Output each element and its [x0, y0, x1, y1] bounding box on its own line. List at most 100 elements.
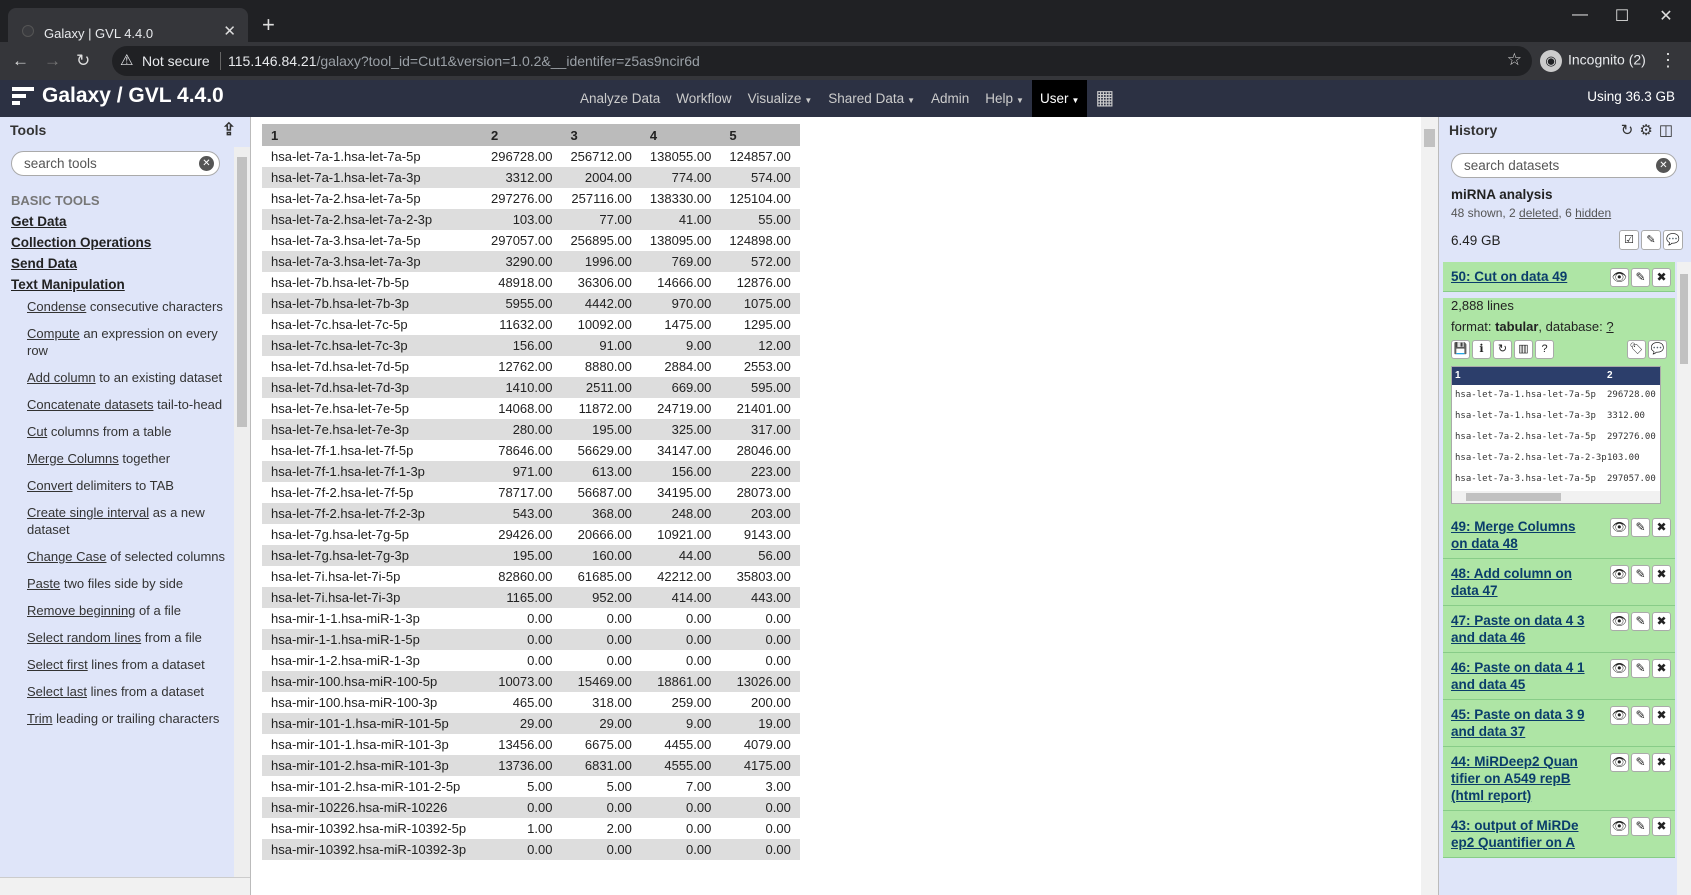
- scratchbook-grid-icon[interactable]: ▦: [1087, 80, 1122, 117]
- dataset-title[interactable]: 44: MiRDeep2 Quan tifier on A549 repB (h…: [1451, 753, 1595, 804]
- refresh-icon[interactable]: ↻: [1621, 122, 1640, 139]
- clear-search-icon[interactable]: ✕: [1656, 158, 1671, 173]
- columns-icon[interactable]: ◫: [1659, 122, 1679, 139]
- category-send-data[interactable]: Send Data: [11, 256, 231, 271]
- brand[interactable]: Galaxy / GVL 4.4.0: [12, 84, 224, 108]
- visualize-icon[interactable]: ▥: [1514, 340, 1533, 359]
- nav-workflow[interactable]: Workflow: [668, 80, 739, 117]
- history-search-input[interactable]: search datasets ✕: [1451, 153, 1677, 178]
- security-label[interactable]: Not secure: [142, 53, 210, 69]
- delete-icon[interactable]: ✖: [1652, 753, 1671, 772]
- dataset-title[interactable]: 43: output of MiRDe ep2 Quantifier on A: [1451, 817, 1595, 851]
- minimize-icon[interactable]: —: [1560, 6, 1600, 24]
- column-header[interactable]: 1: [262, 124, 482, 146]
- clear-search-icon[interactable]: ✕: [199, 156, 214, 171]
- delete-icon[interactable]: ✖: [1652, 565, 1671, 584]
- bookmark-star-icon[interactable]: ☆: [1507, 50, 1522, 70]
- scroll-thumb[interactable]: [1466, 493, 1561, 501]
- dataset-item[interactable]: 45: Paste on data 3 9 and data 37 👁 ✎ ✖: [1443, 700, 1675, 747]
- tool-link[interactable]: Create single interval: [27, 505, 149, 520]
- back-icon[interactable]: ←: [12, 51, 29, 71]
- maximize-icon[interactable]: ☐: [1602, 6, 1642, 26]
- history-scrollbar[interactable]: [1677, 262, 1691, 895]
- tool-item[interactable]: Merge Columns together: [27, 450, 231, 467]
- scroll-thumb[interactable]: [1680, 274, 1688, 364]
- dataset-item[interactable]: 47: Paste on data 4 3 and data 46 👁 ✎ ✖: [1443, 606, 1675, 653]
- tool-link[interactable]: Select last: [27, 684, 87, 699]
- pencil-icon[interactable]: ✎: [1631, 817, 1650, 836]
- tool-item[interactable]: Cut columns from a table: [27, 423, 231, 440]
- rerun-icon[interactable]: ↻: [1493, 340, 1512, 359]
- dataset-item[interactable]: 46: Paste on data 4 1 and data 45 👁 ✎ ✖: [1443, 653, 1675, 700]
- tags-icon[interactable]: ✎: [1641, 230, 1661, 250]
- pencil-icon[interactable]: ✎: [1631, 659, 1650, 678]
- address-bar[interactable]: ⚠ Not secure 115.146.84.21/galaxy?tool_i…: [112, 46, 1532, 76]
- dataset-item-expanded[interactable]: 50: Cut on data 49 👁 ✎ ✖: [1443, 262, 1675, 292]
- url-text[interactable]: 115.146.84.21/galaxy?tool_id=Cut1&versio…: [228, 53, 700, 69]
- tool-item[interactable]: Change Case of selected columns: [27, 548, 231, 565]
- tool-link[interactable]: Paste: [27, 576, 60, 591]
- tool-link[interactable]: Compute: [27, 326, 80, 341]
- peek-scrollbar[interactable]: [1452, 491, 1660, 503]
- tool-item[interactable]: Trim leading or trailing characters: [27, 710, 231, 727]
- eye-icon[interactable]: 👁: [1610, 659, 1629, 678]
- tool-link[interactable]: Cut: [27, 424, 47, 439]
- gear-icon[interactable]: ⚙: [1639, 122, 1658, 139]
- incognito-profile[interactable]: ◉ Incognito (2): [1540, 50, 1646, 72]
- dataset-title[interactable]: 45: Paste on data 3 9 and data 37: [1451, 706, 1595, 740]
- history-name[interactable]: miRNA analysis: [1451, 187, 1553, 202]
- upload-icon[interactable]: ⇪: [222, 120, 236, 140]
- dataset-item[interactable]: 44: MiRDeep2 Quan tifier on A549 repB (h…: [1443, 747, 1675, 811]
- pencil-icon[interactable]: ✎: [1631, 753, 1650, 772]
- column-header[interactable]: 4: [640, 124, 721, 146]
- eye-icon[interactable]: 👁: [1610, 518, 1629, 537]
- tool-link[interactable]: Merge Columns: [27, 451, 119, 466]
- tool-link[interactable]: Condense: [27, 299, 86, 314]
- tool-item[interactable]: Concatenate datasets tail-to-head: [27, 396, 231, 413]
- nav-shared-data[interactable]: Shared Data ▼: [820, 80, 923, 117]
- tool-item[interactable]: Paste two files side by side: [27, 575, 231, 592]
- forward-icon[interactable]: →: [44, 51, 61, 71]
- hidden-link[interactable]: hidden: [1575, 206, 1611, 220]
- browser-menu-icon[interactable]: ⋮: [1659, 50, 1677, 71]
- dataset-title[interactable]: 50: Cut on data 49: [1451, 268, 1595, 285]
- category-text-manipulation[interactable]: Text Manipulation: [11, 277, 231, 292]
- select-items-icon[interactable]: ☑: [1619, 230, 1639, 250]
- download-icon[interactable]: 💾: [1451, 340, 1470, 359]
- pencil-icon[interactable]: ✎: [1631, 612, 1650, 631]
- eye-icon[interactable]: 👁: [1610, 612, 1629, 631]
- eye-icon[interactable]: 👁: [1610, 753, 1629, 772]
- tools-horizontal-scrollbar[interactable]: [0, 877, 250, 895]
- close-window-icon[interactable]: ✕: [1646, 6, 1686, 26]
- dataset-title[interactable]: 48: Add column on data 47: [1451, 565, 1595, 599]
- tool-link[interactable]: Select random lines: [27, 630, 141, 645]
- category-collection-operations[interactable]: Collection Operations: [11, 235, 231, 250]
- tool-link[interactable]: Select first: [27, 657, 88, 672]
- annotation-icon[interactable]: 💬: [1663, 230, 1683, 250]
- tool-item[interactable]: Create single interval as a new dataset: [27, 504, 231, 538]
- tool-item[interactable]: Compute an expression on every row: [27, 325, 231, 359]
- delete-icon[interactable]: ✖: [1652, 268, 1671, 287]
- column-header[interactable]: 3: [561, 124, 641, 146]
- tool-item[interactable]: Select random lines from a file: [27, 629, 231, 646]
- pencil-icon[interactable]: ✎: [1631, 565, 1650, 584]
- category-get-data[interactable]: Get Data: [11, 214, 231, 229]
- tool-link[interactable]: Change Case: [27, 549, 107, 564]
- tool-link[interactable]: Concatenate datasets: [27, 397, 153, 412]
- pencil-icon[interactable]: ✎: [1631, 706, 1650, 725]
- tool-link[interactable]: Convert: [27, 478, 73, 493]
- pencil-icon[interactable]: ✎: [1631, 268, 1650, 287]
- tools-scrollbar[interactable]: [234, 147, 250, 877]
- tool-item[interactable]: Condense consecutive characters: [27, 298, 231, 315]
- eye-icon[interactable]: 👁: [1610, 565, 1629, 584]
- help-icon[interactable]: ?: [1535, 340, 1554, 359]
- new-tab-icon[interactable]: +: [262, 12, 275, 38]
- warning-icon[interactable]: ⚠: [120, 51, 133, 69]
- delete-icon[interactable]: ✖: [1652, 817, 1671, 836]
- nav-help[interactable]: Help ▼: [977, 80, 1032, 117]
- dataset-title[interactable]: 47: Paste on data 4 3 and data 46: [1451, 612, 1595, 646]
- pencil-icon[interactable]: ✎: [1631, 518, 1650, 537]
- close-tab-icon[interactable]: ✕: [223, 22, 236, 40]
- tool-item[interactable]: Convert delimiters to TAB: [27, 477, 231, 494]
- delete-icon[interactable]: ✖: [1652, 612, 1671, 631]
